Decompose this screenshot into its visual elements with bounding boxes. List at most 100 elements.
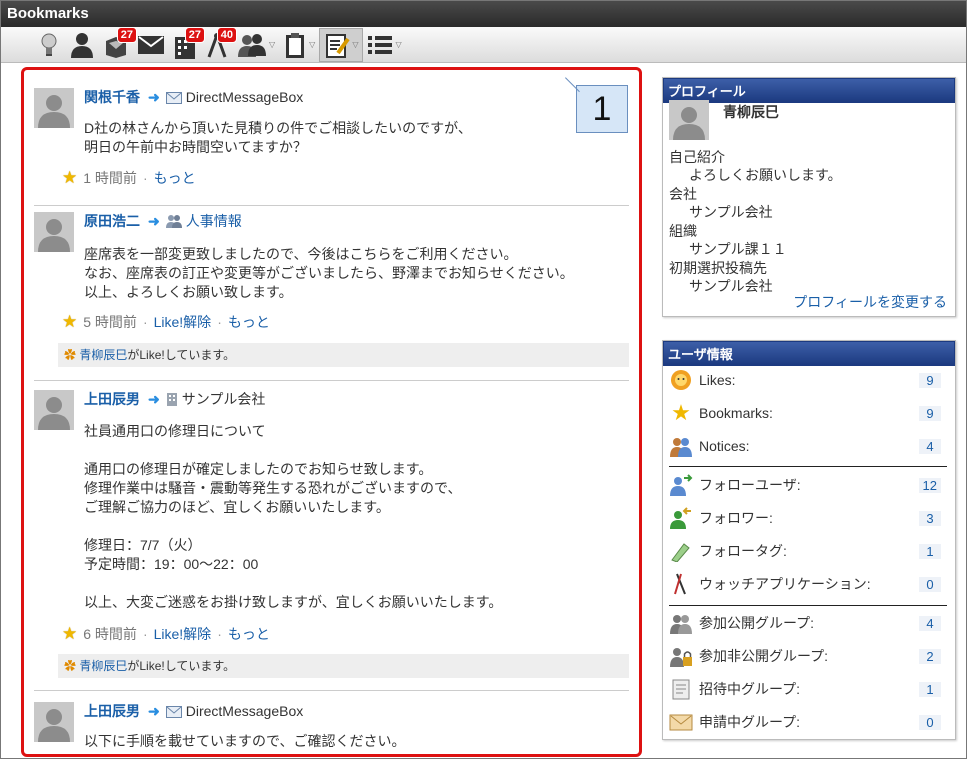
follow-tag-icon (669, 539, 693, 563)
company-button[interactable]: 27 (169, 26, 205, 62)
note-edit-icon (326, 33, 350, 58)
watch-app-icon (669, 572, 693, 596)
post-header: 上田辰男 ➜ サンプル会社 (84, 390, 265, 410)
more-link[interactable]: もっと (228, 312, 270, 332)
more-link[interactable]: もっと (228, 624, 270, 644)
user-info-likes[interactable]: Likes: 9 (669, 366, 941, 394)
avatar (669, 100, 709, 140)
user-info-follow-users[interactable]: フォローユーザ: 12 (669, 471, 941, 499)
clipboard-icon (286, 32, 305, 58)
public-group-icon (669, 611, 693, 635)
post-author[interactable]: 関根千香 (84, 89, 140, 105)
chevron-down-icon: ▽ (352, 40, 359, 49)
post-body: 以下に手順を載せていますので、ご確認ください。 (84, 733, 406, 749)
post-author[interactable]: 上田辰男 (84, 703, 140, 719)
liked-by-user[interactable]: 青柳辰巳 (79, 348, 127, 362)
bookmark-timeline[interactable]: 1 関根千香 ➜ DirectMessageBox D社の林さんから頂いた見積りの件… (21, 67, 642, 757)
user-info-public-groups[interactable]: 参加公開グループ: 4 (669, 609, 941, 637)
post-header: 上田辰男 ➜ DirectMessageBox (84, 702, 303, 722)
user-info-private-groups[interactable]: 参加非公開グループ: 2 (669, 642, 941, 670)
user-info-title: ユーザ情報 (663, 341, 955, 366)
watch-button[interactable]: 40 (201, 26, 237, 62)
profile-field: 自己紹介 よろしくお願いします。 (669, 148, 842, 184)
liked-suffix: がLike!しています。 (127, 659, 236, 673)
post-item: 上田辰男 ➜ サンプル会社 社員通用口の修理日について 通用口の修理日が確定しました… (34, 390, 629, 690)
user-info-follow-tags[interactable]: フォロータグ: 1 (669, 537, 941, 565)
person-icon (71, 32, 93, 58)
post-item: 原田浩二 ➜ 人事情報 座席表を一部変更致しましたので、今後はこちらをご利用ください… (34, 212, 629, 374)
invited-group-icon (669, 677, 693, 701)
like-bar: ✿ 青柳辰巳がLike!しています。 (58, 343, 629, 367)
post-author[interactable]: 原田浩二 (84, 213, 140, 229)
clipboard-button[interactable]: ▽ (279, 28, 319, 62)
user-info-bookmarks[interactable]: ★ Bookmarks: 9 (669, 399, 941, 427)
app-window: Bookmarks 27 27 40 ▽ ▽ ▽ ▽ 1 関根千香 ➜ Dire… (0, 0, 967, 759)
post-meta: ★ 1 時間前 · もっと (62, 168, 196, 188)
bookmark-star-icon[interactable]: ★ (62, 624, 77, 644)
post-body: 社員通用口の修理日について 通用口の修理日が確定しましたのでお知らせ致します。 … (84, 423, 503, 610)
post-target[interactable]: DirectMessageBox (186, 703, 304, 719)
profile-name: 青柳辰巳 (723, 104, 779, 120)
like-bar: ✿ 青柳辰巳がLike!しています。 (58, 654, 629, 678)
post-target[interactable]: 人事情報 (186, 213, 242, 229)
toolbar: 27 27 40 ▽ ▽ ▽ ▽ (1, 26, 966, 63)
unlike-link[interactable]: Like!解除 (154, 312, 212, 332)
post-time: 5 時間前 (83, 314, 137, 330)
post-time: 1 時間前 (83, 170, 137, 186)
list-button[interactable]: ▽ (363, 28, 405, 62)
list-icon (368, 35, 393, 54)
more-link[interactable]: もっと (154, 168, 196, 188)
group-icon (165, 214, 182, 232)
user-info-invited-groups[interactable]: 招待中グループ: 1 (669, 675, 941, 703)
bookmark-star-icon[interactable]: ★ (62, 312, 77, 332)
post-header: 関根千香 ➜ DirectMessageBox (84, 88, 303, 108)
arrow-right-icon: ➜ (148, 391, 160, 407)
users-icon (238, 33, 266, 57)
post-time: 6 時間前 (83, 626, 137, 642)
mail-button[interactable] (133, 28, 169, 62)
follower-icon (669, 506, 693, 530)
like-flower-icon: ✿ (64, 348, 77, 362)
inbox-button[interactable]: 27 (99, 26, 137, 62)
mail-icon (138, 35, 164, 54)
profile-button[interactable] (65, 28, 99, 62)
notices-icon (669, 434, 693, 458)
mail-icon (165, 704, 182, 722)
likes-icon (669, 368, 693, 392)
bookmarks-button[interactable]: ▽ (319, 27, 364, 62)
user-info-panel: ユーザ情報 Likes: 9 ★ Bookmarks: 9 Notices: 4… (662, 340, 956, 740)
chevron-down-icon: ▽ (309, 40, 316, 49)
section-divider (669, 605, 947, 606)
post-author[interactable]: 上田辰男 (84, 391, 140, 407)
field-value: サンプル会社 (689, 278, 773, 294)
unlike-link[interactable]: Like!解除 (154, 624, 212, 644)
user-info-notices[interactable]: Notices: 4 (669, 432, 941, 460)
user-info-watch-apps[interactable]: ウォッチアプリケーション: 0 (669, 570, 941, 598)
field-label: 会社 (669, 186, 697, 202)
user-info-followers[interactable]: フォロワー: 3 (669, 504, 941, 532)
post-meta: ★ 5 時間前 · Like!解除 · もっと (62, 312, 270, 332)
field-label: 自己紹介 (669, 149, 725, 165)
arrow-right-icon: ➜ (148, 89, 160, 105)
avatar[interactable] (34, 212, 74, 252)
user-info-applying-groups[interactable]: 申請中グループ: 0 (669, 708, 941, 736)
arrow-right-icon: ➜ (148, 703, 160, 719)
change-profile-link[interactable]: プロフィールを変更する (793, 292, 947, 312)
idea-button[interactable] (33, 28, 65, 62)
profile-panel: プロフィール 青柳辰巳 自己紹介 よろしくお願いします。 会社 サンプル会社 組… (662, 77, 956, 317)
post-target[interactable]: サンプル会社 (182, 391, 266, 407)
liked-by-user[interactable]: 青柳辰巳 (79, 659, 127, 673)
chevron-down-icon: ▽ (395, 40, 402, 49)
users-button[interactable]: ▽ (233, 28, 279, 62)
post-divider (34, 380, 629, 381)
lightbulb-icon (41, 33, 57, 56)
avatar[interactable] (34, 88, 74, 128)
follow-user-icon (669, 473, 693, 497)
avatar[interactable] (34, 702, 74, 742)
bookmark-star-icon[interactable]: ★ (62, 168, 77, 188)
field-label: 初期選択投稿先 (669, 260, 767, 276)
field-value: よろしくお願いします。 (689, 167, 842, 183)
avatar[interactable] (34, 390, 74, 430)
field-value: サンプル会社 (689, 204, 773, 220)
post-target[interactable]: DirectMessageBox (186, 89, 304, 105)
